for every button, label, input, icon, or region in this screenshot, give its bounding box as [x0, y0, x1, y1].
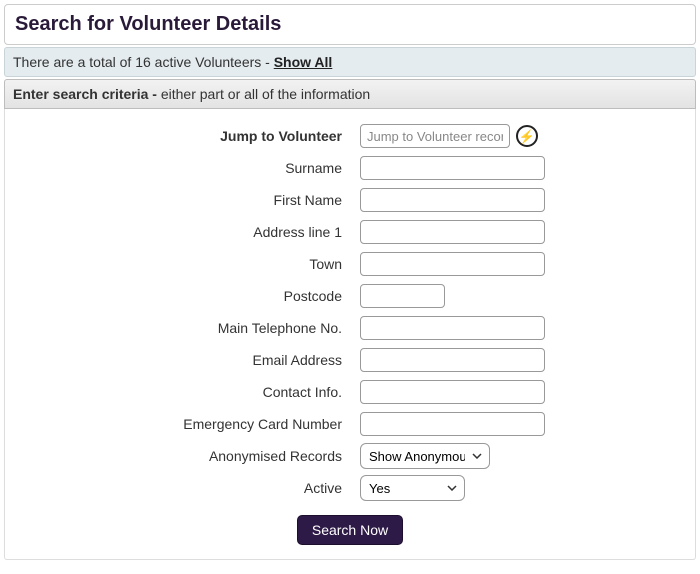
phone-input[interactable]	[360, 316, 545, 340]
email-label: Email Address	[15, 352, 360, 368]
surname-input[interactable]	[360, 156, 545, 180]
first-name-label: First Name	[15, 192, 360, 208]
contact-label: Contact Info.	[15, 384, 360, 400]
anonymised-select[interactable]: Show Anonymous	[360, 443, 490, 469]
anonymised-label: Anonymised Records	[15, 448, 360, 464]
page-title: Search for Volunteer Details	[15, 13, 685, 36]
contact-input[interactable]	[360, 380, 545, 404]
bolt-icon: ⚡	[519, 130, 535, 143]
criteria-label-strong: Enter search criteria -	[13, 86, 161, 102]
town-input[interactable]	[360, 252, 545, 276]
jump-input[interactable]	[360, 124, 510, 148]
postcode-input[interactable]	[360, 284, 445, 308]
phone-label: Main Telephone No.	[15, 320, 360, 336]
emergency-input[interactable]	[360, 412, 545, 436]
search-now-button[interactable]: Search Now	[297, 515, 403, 545]
summary-prefix: There are a total of	[13, 54, 135, 70]
email-input[interactable]	[360, 348, 545, 372]
town-label: Town	[15, 256, 360, 272]
emergency-label: Emergency Card Number	[15, 416, 360, 432]
title-bar: Search for Volunteer Details	[4, 4, 696, 45]
surname-label: Surname	[15, 160, 360, 176]
active-label: Active	[15, 480, 360, 496]
summary-suffix: active Volunteers -	[151, 54, 274, 70]
first-name-input[interactable]	[360, 188, 545, 212]
active-select[interactable]: Yes	[360, 475, 465, 501]
jump-go-button[interactable]: ⚡	[516, 125, 538, 147]
criteria-label-rest: either part or all of the information	[161, 86, 370, 102]
summary-bar: There are a total of 16 active Volunteer…	[4, 47, 696, 77]
summary-count: 16	[135, 54, 151, 70]
address1-input[interactable]	[360, 220, 545, 244]
criteria-bar: Enter search criteria - either part or a…	[4, 79, 696, 109]
show-all-link[interactable]: Show All	[274, 54, 333, 70]
postcode-label: Postcode	[15, 288, 360, 304]
address1-label: Address line 1	[15, 224, 360, 240]
search-form: Jump to Volunteer ⚡ Surname First Name A…	[4, 109, 696, 560]
jump-label: Jump to Volunteer	[15, 128, 360, 144]
